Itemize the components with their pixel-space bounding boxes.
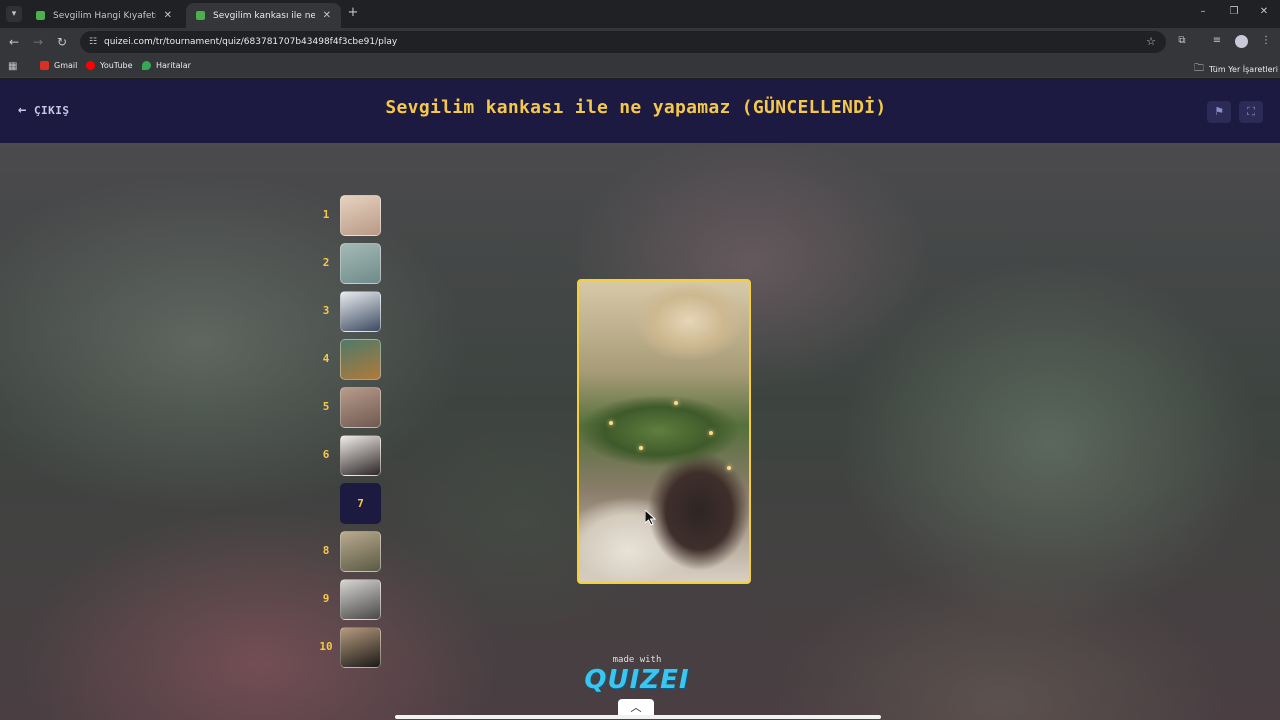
round-item: 5 (314, 387, 384, 429)
choice-card[interactable] (577, 279, 751, 584)
quiz-header: ← ÇIKIŞ Sevgilim kankası ile ne yapamaz … (0, 79, 1280, 143)
media-controls-icon[interactable]: ≡ (1210, 35, 1224, 46)
maps-pin-icon (142, 61, 151, 70)
browser-tabstrip: ▾ Sevgilim Hangi Kıyafeti Dışarda ✕ Sevg… (0, 0, 1280, 28)
quiz-title: Sevgilim kankası ile ne yapamaz (GÜNCELL… (385, 97, 887, 118)
round-thumbnail (340, 339, 381, 380)
restore-icon[interactable]: ❐ (1226, 6, 1242, 17)
extensions-icon[interactable]: ⧉ (1175, 35, 1189, 46)
address-bar[interactable]: ☷ quizei.com/tr/tournament/quiz/68378170… (80, 31, 1166, 53)
round-number: 6 (322, 448, 330, 461)
round-item: 6 (314, 435, 384, 477)
round-thumbnail (340, 531, 381, 572)
current-round-badge: 7 (340, 483, 381, 524)
profile-avatar[interactable] (1235, 35, 1248, 48)
close-icon[interactable]: ✕ (164, 10, 172, 21)
forward-icon[interactable]: → (30, 34, 46, 50)
round-thumbnail (340, 291, 381, 332)
fullscreen-button[interactable]: ⛶ (1239, 101, 1263, 123)
round-number: 4 (322, 352, 330, 365)
tab-favicon (36, 11, 45, 20)
round-number: 5 (322, 400, 330, 413)
gmail-icon (40, 61, 49, 70)
bookmark-gmail[interactable]: Gmail (40, 61, 77, 70)
sparkle (639, 446, 643, 450)
round-item: 8 (314, 531, 384, 573)
sparkle (727, 466, 731, 470)
bookmarks-bar: ▦ Gmail YouTube Haritalar 🗀 Tüm Yer İşar… (0, 56, 1280, 78)
browser-tab-2[interactable]: Sevgilim kankası ile ne yapamaz ✕ (186, 3, 341, 28)
round-number: 10 (319, 640, 333, 653)
flag-icon: ⚑ (1214, 105, 1224, 118)
browser-toolbar: ← → ↻ ☷ quizei.com/tr/tournament/quiz/68… (0, 28, 1280, 56)
round-item: 4 (314, 339, 384, 381)
horizontal-scrollbar[interactable] (395, 715, 881, 719)
current-round-number: 7 (357, 497, 364, 510)
close-window-icon[interactable]: ✕ (1256, 6, 1272, 17)
all-bookmarks[interactable]: 🗀 Tüm Yer İşaretleri (1194, 61, 1278, 78)
bookmark-youtube[interactable]: YouTube (86, 61, 133, 70)
tab-search-button[interactable]: ▾ (6, 6, 22, 22)
bookmark-label: Tüm Yer İşaretleri (1209, 65, 1279, 74)
report-flag-button[interactable]: ⚑ (1207, 101, 1231, 123)
apps-grid-icon[interactable]: ▦ (8, 61, 17, 72)
round-thumbnail (340, 435, 381, 476)
tab-title: Sevgilim Hangi Kıyafeti Dışarda (53, 10, 156, 21)
bookmark-label: Gmail (54, 61, 78, 70)
back-icon[interactable]: ← (6, 34, 22, 50)
round-item: 1 (314, 195, 384, 237)
round-thumbnail (340, 387, 381, 428)
bookmark-label: YouTube (100, 61, 133, 70)
round-item: 9 (314, 579, 384, 621)
round-number: 2 (322, 256, 330, 269)
round-item-current: 77 (314, 483, 384, 525)
round-number: 8 (322, 544, 330, 557)
round-number: 3 (322, 304, 330, 317)
fullscreen-icon: ⛶ (1247, 105, 1255, 118)
bookmark-label: Haritalar (156, 61, 191, 70)
round-number: 9 (322, 592, 330, 605)
site-info-icon[interactable]: ☷ (87, 36, 99, 48)
minimize-icon[interactable]: – (1195, 6, 1211, 17)
round-number: 1 (322, 208, 330, 221)
round-thumbnail (340, 195, 381, 236)
quizei-logo[interactable]: QUIZEI (0, 665, 1274, 695)
new-tab-button[interactable]: + (346, 6, 360, 20)
reload-icon[interactable]: ↻ (54, 34, 70, 50)
tab-title: Sevgilim kankası ile ne yapamaz (213, 10, 315, 21)
youtube-icon (86, 61, 95, 70)
sparkle (674, 401, 678, 405)
url-text: quizei.com/tr/tournament/quiz/683781707b… (104, 37, 398, 47)
made-with-text: made with (612, 655, 662, 665)
round-thumbnail (340, 579, 381, 620)
browser-tab-1[interactable]: Sevgilim Hangi Kıyafeti Dışarda ✕ (26, 3, 182, 28)
sparkle (709, 431, 713, 435)
round-item: 3 (314, 291, 384, 333)
tab-favicon (196, 11, 205, 20)
round-item: 2 (314, 243, 384, 285)
sparkle (609, 421, 613, 425)
close-icon[interactable]: ✕ (323, 10, 331, 21)
quiz-page: ← ÇIKIŞ Sevgilim kankası ile ne yapamaz … (0, 79, 1280, 720)
bookmark-star-icon[interactable]: ☆ (1146, 35, 1156, 48)
bookmark-maps[interactable]: Haritalar (142, 61, 191, 70)
menu-kebab-icon[interactable]: ⋮ (1259, 35, 1273, 46)
folder-icon: 🗀 (1194, 63, 1204, 74)
round-thumbnail (340, 243, 381, 284)
chevron-up-icon: ︿ (630, 701, 642, 714)
